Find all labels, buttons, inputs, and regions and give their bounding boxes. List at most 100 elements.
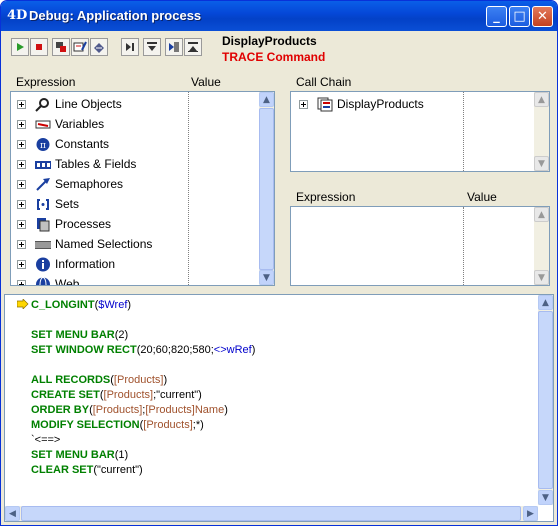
expand-icon[interactable] — [17, 100, 26, 109]
expand-icon[interactable] — [17, 220, 26, 229]
step-out-button[interactable] — [184, 38, 202, 56]
save-button[interactable] — [90, 38, 108, 56]
process-icon — [37, 218, 50, 232]
code-horizontal-scrollbar[interactable]: ◀ ▶ — [5, 506, 538, 521]
expand-icon[interactable] — [17, 120, 26, 129]
expand-icon[interactable] — [17, 140, 26, 149]
scroll-thumb[interactable] — [21, 506, 521, 521]
code-token: [Products] — [103, 389, 154, 401]
tree-item-processes[interactable]: Processes — [17, 215, 267, 235]
code-line[interactable]: CLEAR SET("current") — [31, 464, 143, 476]
tree-item-label: Processes — [55, 217, 112, 231]
expand-icon[interactable] — [17, 260, 26, 269]
maximize-button[interactable]: □ — [509, 6, 530, 27]
tree-item-line-objects[interactable]: Line Objects — [17, 95, 267, 115]
code-line[interactable]: `<==> — [31, 434, 60, 446]
code-vertical-scrollbar[interactable]: ▲ ▼ — [538, 295, 553, 505]
minimize-button[interactable]: _ — [486, 6, 507, 27]
tree-item-constants[interactable]: π Constants — [17, 135, 267, 155]
scroll-down-icon[interactable]: ▼ — [538, 490, 553, 505]
code-line[interactable]: CREATE SET([Products];"current") — [31, 389, 202, 401]
expand-icon[interactable] — [17, 180, 26, 189]
stop-button[interactable] — [30, 38, 48, 56]
call-chain-scrollbar[interactable]: ▲ ▼ — [534, 92, 549, 171]
value-column-header[interactable]: Value — [191, 75, 221, 89]
code-token: CREATE SET — [31, 389, 100, 401]
close-button[interactable]: ✕ — [532, 6, 553, 27]
code-token: (2) — [114, 329, 129, 341]
scroll-thumb[interactable] — [538, 311, 553, 489]
set-icon — [37, 199, 49, 210]
scroll-down-icon[interactable]: ▼ — [534, 156, 549, 171]
expand-icon[interactable] — [17, 200, 26, 209]
tree-item-label: Tables & Fields — [55, 157, 137, 171]
code-token: [Products] — [143, 419, 193, 431]
tree-item-sets[interactable]: Sets — [17, 195, 267, 215]
expression-column-header[interactable]: Expression — [16, 75, 75, 89]
expand-icon[interactable] — [17, 240, 26, 249]
scroll-up-icon[interactable]: ▲ — [259, 92, 274, 107]
code-line[interactable]: SET WINDOW RECT(20;60;820;580;<>wRef) — [31, 344, 255, 356]
code-line[interactable]: ORDER BY([Products];[Products]Name) — [31, 404, 228, 416]
scroll-up-icon[interactable]: ▲ — [534, 92, 549, 107]
edit-button[interactable] — [71, 38, 89, 56]
expand-icon[interactable] — [17, 160, 26, 169]
current-line-arrow-icon — [17, 299, 29, 309]
scroll-up-icon[interactable]: ▲ — [538, 295, 553, 310]
expression-scrollbar[interactable]: ▲ ▼ — [259, 92, 274, 285]
code-token: ) — [251, 344, 256, 356]
code-token: `<==> — [31, 434, 61, 446]
abort-button[interactable] — [52, 38, 70, 56]
window-title: Debug: Application process — [29, 8, 202, 23]
code-token: [Products] — [92, 404, 143, 416]
title-bar[interactable]: 4D Debug: Application process _ □ ✕ — [1, 1, 557, 31]
expand-icon[interactable] — [299, 100, 308, 109]
scroll-up-icon[interactable]: ▲ — [534, 207, 549, 222]
tree-item-label: Information — [55, 257, 116, 271]
call-chain-label: DisplayProducts — [337, 97, 424, 111]
code-token: ORDER BY — [31, 404, 90, 416]
code-line[interactable]: ALL RECORDS([Products]) — [31, 374, 167, 386]
step-process-button[interactable] — [165, 38, 183, 56]
tree-item-label: Web — [55, 277, 80, 286]
source-code-pane[interactable]: C_LONGINT($Wref) SET MENU BAR(2) SET WINDO… — [4, 294, 554, 522]
scroll-down-icon[interactable]: ▼ — [534, 270, 549, 285]
call-chain-item[interactable]: DisplayProducts — [299, 95, 549, 115]
watch-expression-header[interactable]: Expression — [296, 190, 355, 204]
tree-item-label: Constants — [55, 137, 110, 151]
scroll-left-icon[interactable]: ◀ — [5, 506, 20, 521]
scroll-down-icon[interactable]: ▼ — [259, 270, 274, 285]
tree-item-label: Variables — [55, 117, 105, 131]
step-into-button[interactable] — [143, 38, 161, 56]
code-line[interactable]: C_LONGINT($Wref) — [31, 299, 131, 311]
code-line[interactable]: SET MENU BAR(2) — [31, 329, 128, 341]
run-button[interactable] — [11, 38, 29, 56]
step-over-button[interactable] — [121, 38, 139, 56]
code-token: ALL RECORDS — [31, 374, 111, 386]
expression-tree[interactable]: Line Objects Variables π Constants Table… — [10, 91, 275, 286]
web-icon — [36, 277, 50, 285]
code-line[interactable]: MODIFY SELECTION([Products];*) — [31, 419, 204, 431]
save-icon — [94, 43, 104, 53]
expand-icon[interactable] — [17, 280, 26, 285]
stop-icon — [36, 44, 42, 50]
call-chain-list[interactable]: DisplayProducts ▲ ▼ — [290, 91, 550, 172]
tree-item-semaphores[interactable]: Semaphores — [17, 175, 267, 195]
tree-item-web[interactable]: Web — [17, 275, 267, 286]
watch-value-header[interactable]: Value — [467, 190, 497, 204]
close-icon: ✕ — [537, 9, 548, 24]
tree-item-named-selections[interactable]: Named Selections — [17, 235, 267, 255]
code-token: ;"current") — [153, 389, 202, 401]
scroll-thumb[interactable] — [259, 108, 274, 270]
process-name: DisplayProducts — [222, 34, 317, 48]
code-token: ) — [224, 404, 228, 416]
tree-item-variables[interactable]: Variables — [17, 115, 267, 135]
tree-item-information[interactable]: Information — [17, 255, 267, 275]
code-token: <>wRef — [213, 344, 252, 356]
custom-watch-pane[interactable]: ▲ ▼ — [290, 206, 550, 286]
watch-scrollbar[interactable]: ▲ ▼ — [534, 207, 549, 285]
scroll-right-icon[interactable]: ▶ — [523, 506, 538, 521]
code-line[interactable]: SET MENU BAR(1) — [31, 449, 128, 461]
tree-item-tables-fields[interactable]: Tables & Fields — [17, 155, 267, 175]
tree-item-label: Named Selections — [55, 237, 153, 251]
